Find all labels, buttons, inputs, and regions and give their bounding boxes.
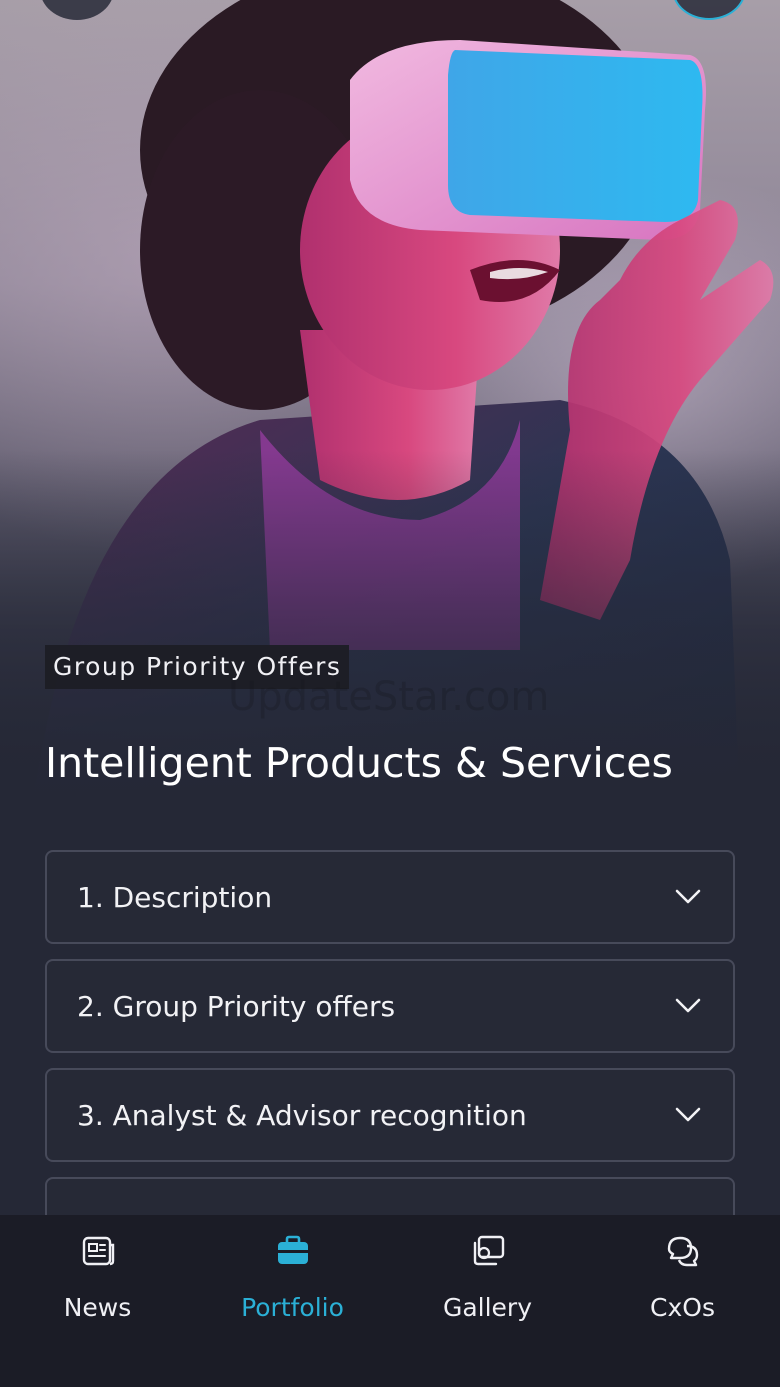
nav-item-portfolio[interactable]: Portfolio	[195, 1215, 390, 1387]
nav-item-gallery[interactable]: Gallery	[390, 1215, 585, 1387]
newspaper-icon	[82, 1236, 114, 1266]
hero-image: Group Priority Offers UpdateStar.com Int…	[0, 0, 780, 810]
nav-item-news[interactable]: News	[0, 1215, 195, 1387]
chevron-down-icon	[675, 889, 701, 904]
nav-label: Gallery	[442, 1293, 533, 1322]
nav-label: News	[63, 1293, 132, 1322]
accordion-item-label: 1. Description	[77, 880, 273, 914]
chat-bubbles-icon	[667, 1236, 698, 1267]
nav-item-cxos[interactable]: CxOs	[585, 1215, 780, 1387]
accordion-item-label: 3. Analyst & Advisor recognition	[77, 1098, 527, 1132]
accordion-item-group-priority-offers[interactable]: 2. Group Priority offers	[45, 959, 735, 1053]
gallery-icon	[473, 1235, 504, 1266]
accordion-item-analyst-recognition[interactable]: 3. Analyst & Advisor recognition	[45, 1068, 735, 1162]
page-title: Intelligent Products & Services	[45, 739, 673, 787]
watermark: UpdateStar.com	[228, 674, 550, 720]
portfolio-detail-screen: Group Priority Offers UpdateStar.com Int…	[0, 0, 780, 1387]
briefcase-icon	[277, 1235, 308, 1264]
nav-label: Portfolio	[241, 1293, 344, 1322]
accordion-item-label: 2. Group Priority offers	[77, 989, 396, 1023]
bottom-navigation: News Portfolio Gallery CxOs	[0, 1215, 780, 1387]
nav-label: CxOs	[650, 1293, 715, 1322]
chevron-down-icon	[675, 998, 701, 1013]
accordion-item-description[interactable]: 1. Description	[45, 850, 735, 944]
chevron-down-icon	[675, 1107, 701, 1122]
